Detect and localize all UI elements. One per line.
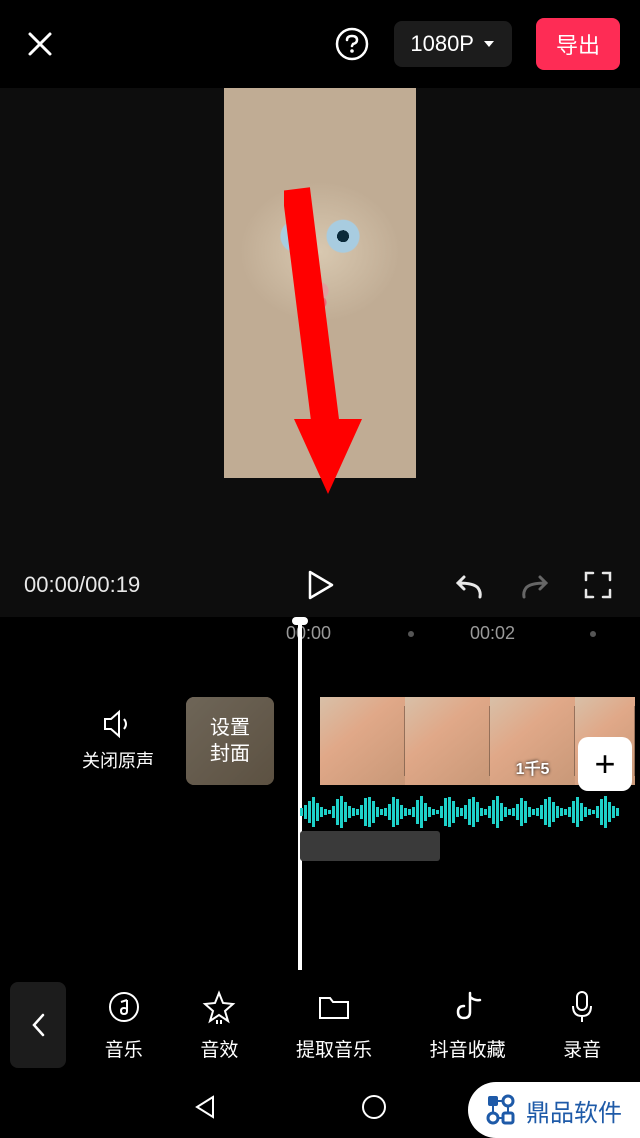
- bottom-toolbar: 音乐 音效 提取音乐 抖音收藏 录音: [0, 970, 640, 1080]
- nav-back[interactable]: [191, 1093, 219, 1126]
- video-preview[interactable]: [0, 88, 640, 553]
- clip-thumbnail[interactable]: [405, 697, 490, 785]
- mute-label: 关闭原声: [82, 747, 154, 773]
- star-icon: [201, 989, 237, 1025]
- undo-button[interactable]: [452, 567, 488, 603]
- tool-record[interactable]: 录音: [563, 989, 601, 1062]
- video-frame-content: [224, 88, 416, 478]
- add-clip-button[interactable]: +: [578, 737, 632, 791]
- resolution-label: 1080P: [410, 31, 474, 57]
- export-button[interactable]: 导出: [536, 18, 620, 70]
- ruler-dot: [590, 631, 596, 637]
- tool-douyin[interactable]: 抖音收藏: [430, 989, 506, 1062]
- watermark: 鼎品软件: [468, 1082, 640, 1138]
- tool-extract[interactable]: 提取音乐: [296, 989, 372, 1062]
- music-icon: [106, 989, 142, 1025]
- audio-waveform[interactable]: [300, 795, 640, 829]
- playback-controls: 00:00/00:19: [0, 553, 640, 617]
- timeline[interactable]: 关闭原声 设置 封面 1千5 +: [0, 657, 640, 1017]
- timeline-ruler[interactable]: 00:00 00:02: [0, 617, 640, 657]
- mute-original-button[interactable]: 关闭原声: [82, 709, 154, 773]
- muted-audio-segment[interactable]: [300, 831, 440, 861]
- folder-icon: [316, 989, 352, 1025]
- watermark-logo: [482, 1092, 518, 1128]
- mic-icon: [564, 989, 600, 1025]
- set-cover-button[interactable]: 设置 封面: [186, 697, 274, 785]
- resolution-selector[interactable]: 1080P: [394, 21, 512, 67]
- tool-sfx[interactable]: 音效: [200, 989, 238, 1062]
- ruler-tick-1: 00:02: [470, 623, 515, 644]
- back-button[interactable]: [10, 982, 66, 1068]
- tool-music[interactable]: 音乐: [105, 989, 143, 1062]
- nav-home[interactable]: [360, 1093, 388, 1126]
- time-display: 00:00/00:19: [24, 572, 140, 598]
- douyin-icon: [450, 989, 486, 1025]
- clip-thumbnail[interactable]: 1千5: [490, 697, 575, 785]
- fullscreen-button[interactable]: [580, 567, 616, 603]
- ruler-dot: [408, 631, 414, 637]
- help-icon[interactable]: [330, 22, 374, 66]
- play-button[interactable]: [300, 565, 340, 605]
- redo-button[interactable]: [516, 567, 552, 603]
- clip-thumbnail[interactable]: [320, 697, 405, 785]
- ruler-tick-0: 00:00: [286, 623, 331, 644]
- speaker-icon: [82, 709, 154, 739]
- close-button[interactable]: [20, 24, 60, 64]
